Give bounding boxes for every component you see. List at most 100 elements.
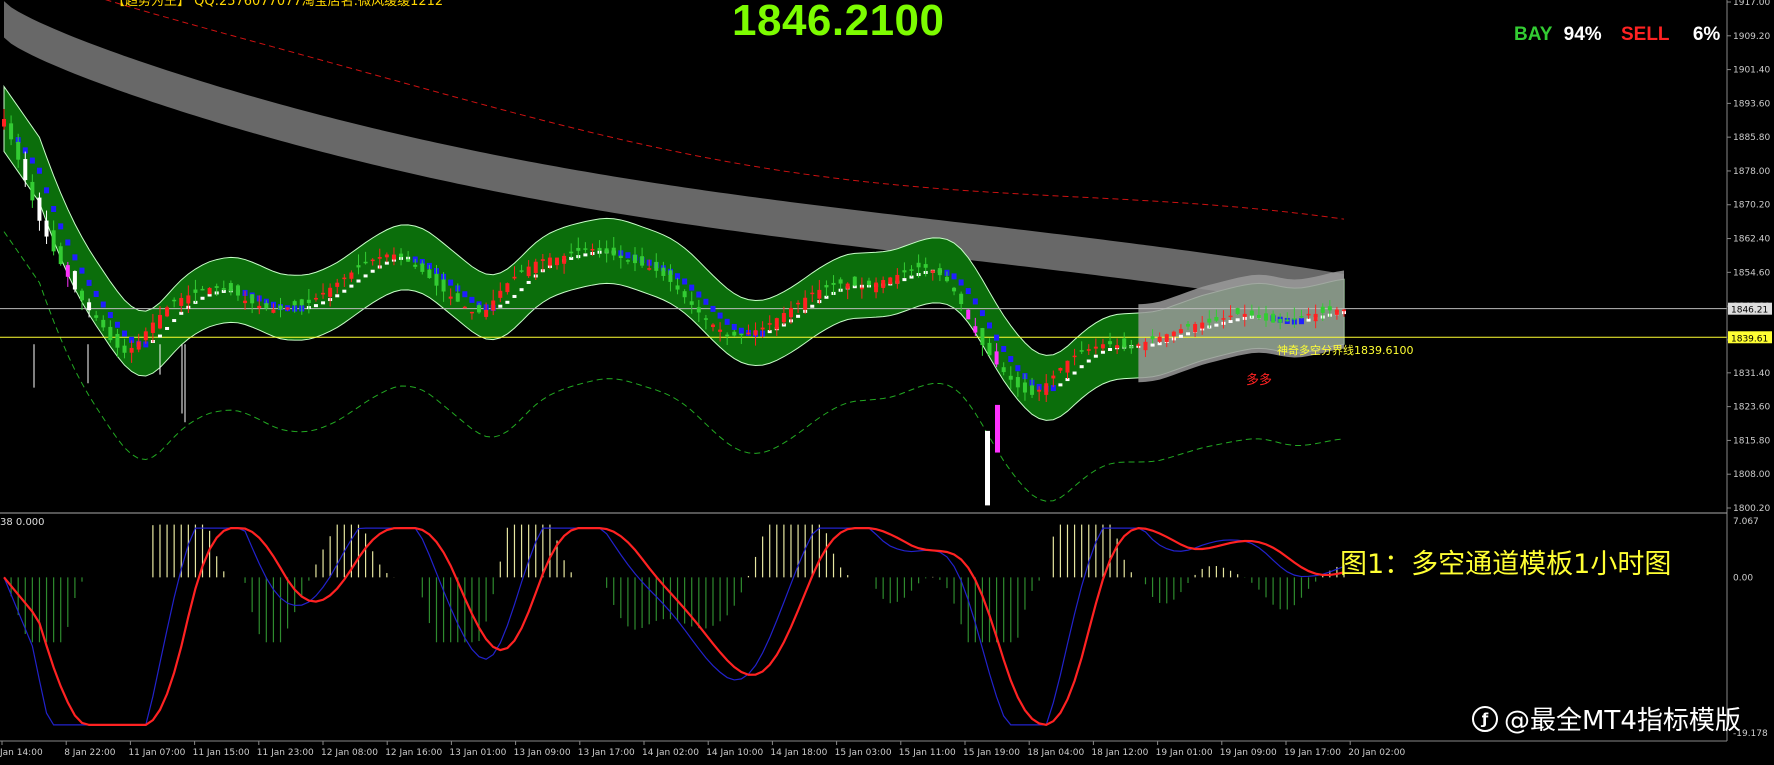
header-title-text: 【趋势为王】 QQ:2576077077淘宝店名:微风缓缓1212: [112, 0, 444, 9]
candle-body: [335, 282, 340, 287]
candle-body: [1193, 324, 1198, 333]
candle-body: [299, 299, 304, 306]
trend-marker-up: [1100, 350, 1105, 354]
trend-marker-down: [717, 312, 723, 319]
indicator-axis-label: 0.00: [1733, 573, 1753, 583]
candle-body: [1079, 350, 1084, 352]
time-tick-label: 14 Jan 18:00: [770, 748, 827, 758]
candle-body: [810, 292, 815, 295]
candle-body: [852, 276, 857, 286]
price-tick-label: 1808.00: [1733, 470, 1770, 480]
candle-body: [328, 287, 333, 297]
indicator-label: 38 0.000: [0, 517, 45, 528]
candle-body: [1065, 360, 1070, 373]
candle-body: [491, 300, 496, 311]
trend-marker-up: [796, 314, 801, 318]
candle-body: [1334, 309, 1339, 315]
candle-body: [356, 265, 361, 268]
candle-body: [611, 247, 616, 256]
candle-body: [718, 329, 723, 332]
trend-marker-up: [1214, 323, 1219, 327]
spike-candle: [995, 404, 1000, 453]
candle-body: [923, 264, 928, 268]
candle-body: [1044, 383, 1049, 395]
candle-body: [207, 287, 212, 295]
candle-body: [668, 270, 673, 282]
trend-marker-down: [79, 267, 85, 274]
candle-body: [370, 259, 375, 262]
candle-body: [675, 285, 680, 290]
trend-marker-up: [165, 326, 170, 330]
time-tick-label: 12 Jan 16:00: [385, 748, 442, 758]
trend-marker-down: [51, 205, 57, 212]
trend-marker-down: [965, 288, 971, 295]
trend-marker-up: [370, 269, 375, 273]
trend-marker-down: [731, 323, 737, 330]
candle-body: [434, 273, 439, 286]
candle-body: [980, 328, 985, 346]
candle-body: [640, 256, 645, 266]
sell-label: SELL: [1620, 24, 1670, 45]
candle-body: [1072, 355, 1077, 358]
trend-marker-down: [58, 223, 64, 230]
candle-body: [1086, 349, 1091, 351]
trend-marker-down: [72, 254, 78, 261]
candle-body: [1136, 344, 1141, 346]
candle-body: [916, 262, 921, 268]
candle-body: [285, 307, 290, 310]
trend-marker-down: [1015, 365, 1021, 372]
candle-body: [654, 261, 659, 271]
candle-body: [108, 326, 113, 341]
trend-marker-down: [625, 252, 631, 259]
candle-body: [817, 289, 822, 299]
candle-body: [1093, 346, 1098, 349]
candle-body: [597, 247, 602, 251]
candle-body: [1214, 317, 1219, 321]
trend-marker-down: [979, 310, 985, 317]
watermark: ƒ @最全MT4指标模版: [1472, 700, 1741, 737]
candle-body: [129, 347, 134, 353]
candle-body: [122, 345, 127, 353]
candle-body: [1242, 313, 1247, 317]
candle-body: [760, 327, 765, 330]
candle-body: [228, 283, 233, 292]
candle-body: [384, 254, 389, 258]
trend-marker-up: [902, 278, 907, 282]
candle-body: [1221, 318, 1226, 320]
candle-body: [1327, 306, 1332, 311]
candle-body: [1320, 306, 1325, 313]
time-tick-label: 11 Jan 15:00: [193, 748, 250, 758]
candle-body: [1001, 367, 1006, 373]
candle-body: [143, 331, 148, 341]
duo-label: 多多: [1246, 373, 1273, 388]
trend-marker-down: [448, 279, 454, 286]
candle-body: [845, 283, 850, 289]
price-tick-label: 1870.20: [1733, 201, 1770, 211]
time-tick-label: 19 Jan 01:00: [1156, 748, 1213, 758]
candle-body: [562, 255, 567, 264]
trend-marker-down: [951, 273, 957, 280]
candle-body: [1271, 313, 1276, 323]
candle-body: [1157, 336, 1162, 342]
current-price-tag-text: 1846.21: [1731, 306, 1768, 316]
candle-body: [1235, 308, 1240, 314]
trend-marker-up: [526, 280, 531, 284]
trend-marker-up: [1093, 354, 1098, 358]
trend-marker-up: [505, 300, 510, 304]
trend-marker-down: [710, 305, 716, 312]
candle-body: [1143, 341, 1148, 351]
candle-body: [633, 254, 638, 264]
candle-body: [1292, 318, 1297, 320]
trend-marker-down: [1008, 356, 1014, 363]
trend-marker-down: [462, 291, 468, 298]
candle-body: [9, 123, 14, 140]
time-tick-label: 14 Jan 02:00: [642, 748, 699, 758]
candle-body: [30, 181, 35, 201]
candle-body: [377, 257, 382, 259]
price-tick-label: 1815.80: [1733, 436, 1770, 446]
candle-body: [413, 264, 418, 267]
candle-body: [58, 246, 63, 265]
trend-marker-down: [122, 330, 128, 337]
price-tick-label: 1901.40: [1733, 66, 1770, 76]
candle-body: [1285, 319, 1290, 322]
